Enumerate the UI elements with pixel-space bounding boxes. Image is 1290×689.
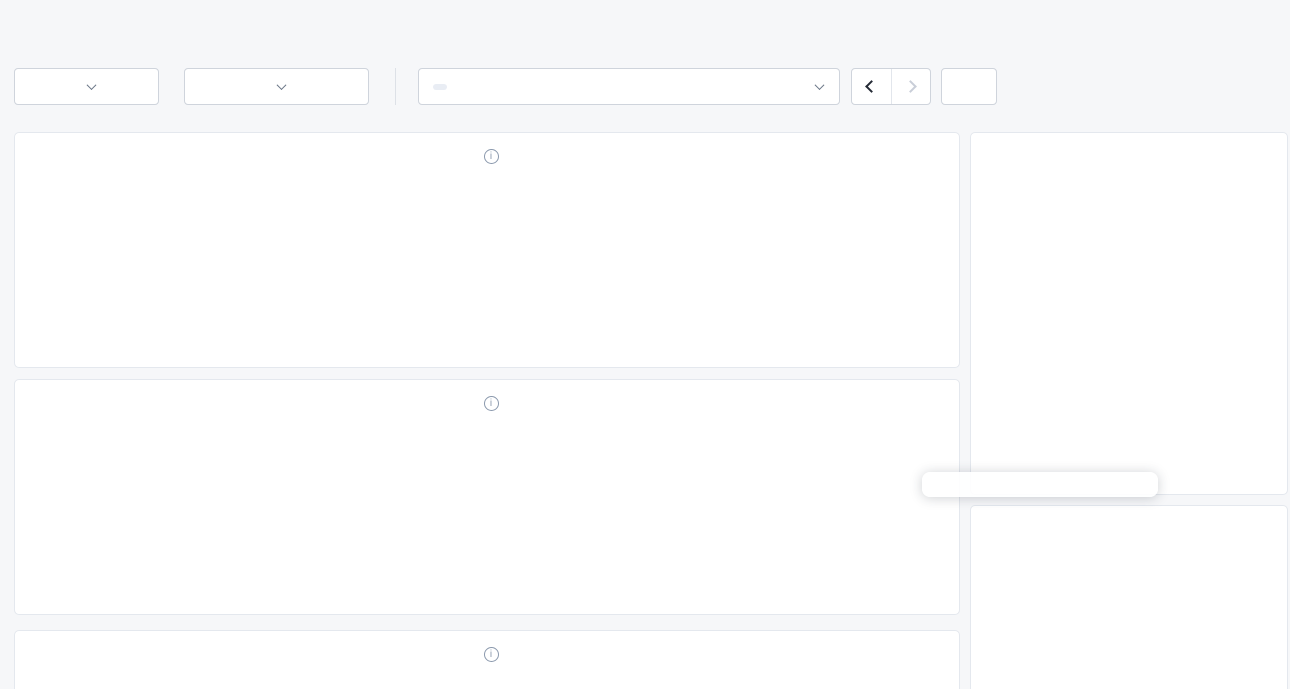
time-next-button[interactable] (891, 69, 931, 104)
sql-queries-card: i (14, 132, 960, 368)
service-latency-chart[interactable] (23, 436, 953, 608)
chart-hover-tooltip (922, 472, 1158, 497)
info-icon[interactable]: i (484, 647, 499, 662)
time-step-buttons (851, 68, 931, 105)
time-range-badge (433, 84, 447, 90)
info-icon[interactable]: i (484, 396, 499, 411)
service-latency-card: i (14, 379, 960, 615)
chevron-left-icon (865, 80, 878, 93)
replicas-per-node-card: i (14, 630, 960, 689)
overview-dashboard-page: i i i (0, 0, 1290, 689)
graph-dropdown[interactable] (14, 68, 159, 105)
events-title (971, 506, 1287, 528)
time-range-selector[interactable] (418, 68, 840, 105)
controls-divider (395, 68, 396, 105)
summary-panel (970, 132, 1288, 495)
sql-queries-chart[interactable] (23, 189, 953, 361)
chevron-down-icon (815, 80, 825, 90)
events-panel (970, 505, 1288, 689)
chevron-down-icon (86, 80, 96, 90)
summary-title (971, 133, 1287, 155)
time-prev-button[interactable] (852, 69, 891, 104)
info-icon[interactable]: i (484, 149, 499, 164)
now-button[interactable] (941, 68, 997, 105)
chevron-right-icon (904, 80, 917, 93)
chevron-down-icon (276, 80, 286, 90)
dashboard-dropdown[interactable] (184, 68, 369, 105)
